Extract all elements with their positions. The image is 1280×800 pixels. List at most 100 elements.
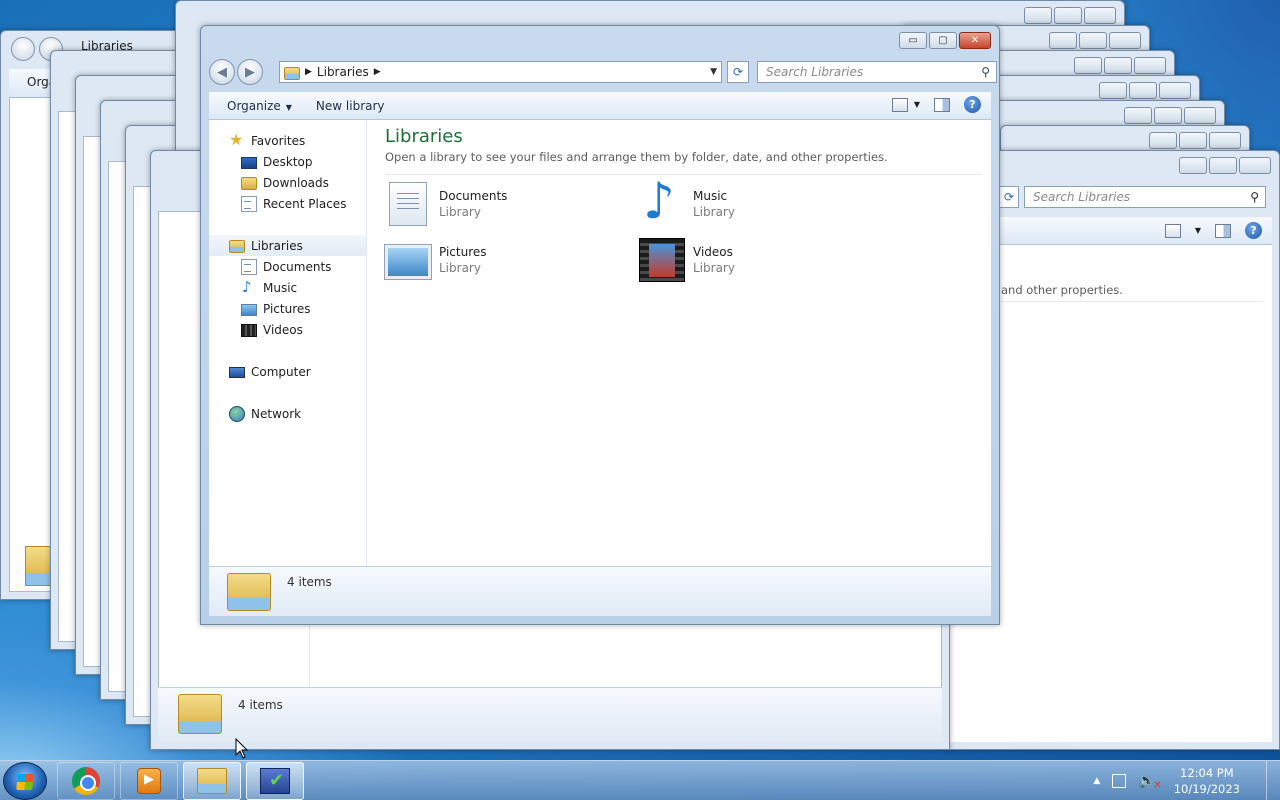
back-button[interactable] <box>11 37 35 61</box>
nav-documents[interactable]: Documents <box>209 256 366 277</box>
nav-libraries[interactable]: Libraries <box>209 235 366 256</box>
search-icon[interactable]: ⚲ <box>1250 190 1259 204</box>
recent-places-icon <box>241 195 257 212</box>
maximize-button[interactable] <box>1054 7 1082 24</box>
close-button[interactable] <box>1084 7 1116 24</box>
start-button[interactable] <box>3 762 47 800</box>
taskbar-explorer[interactable] <box>183 762 241 800</box>
minimize-button[interactable] <box>1099 82 1127 99</box>
breadcrumb-separator-icon[interactable]: ▶ <box>374 67 381 77</box>
maximize-button[interactable] <box>1154 107 1182 124</box>
explorer-window-libraries[interactable]: ▭ ▢ ✕ ◀ ▶ ▶ Libraries ▶ ▼ ⟳ Search Libra… <box>200 25 1000 625</box>
nav-network[interactable]: Network <box>209 403 366 424</box>
search-input[interactable]: Search Libraries ⚲ <box>757 61 997 83</box>
maximize-button[interactable] <box>1079 32 1107 49</box>
maximize-button[interactable] <box>1209 157 1237 174</box>
forward-button[interactable]: ▶ <box>237 59 263 85</box>
nav-downloads[interactable]: Downloads <box>209 172 366 193</box>
network-icon <box>229 405 245 422</box>
taskbar-chrome[interactable] <box>57 762 115 800</box>
minimize-button[interactable] <box>1124 107 1152 124</box>
libraries-folder-icon <box>229 240 245 253</box>
nav-videos[interactable]: Videos <box>209 319 366 340</box>
change-view-icon[interactable] <box>1164 223 1181 238</box>
close-button[interactable] <box>1184 107 1216 124</box>
search-input[interactable]: Search Libraries ⚲ <box>1024 186 1266 208</box>
close-button[interactable] <box>1159 82 1191 99</box>
search-placeholder: Search Libraries <box>766 65 864 79</box>
refresh-icon[interactable]: ⟳ <box>727 61 749 83</box>
help-icon[interactable]: ? <box>964 96 981 113</box>
back-button[interactable]: ◀ <box>209 59 235 85</box>
close-button[interactable] <box>1134 57 1166 74</box>
nav-music[interactable]: Music <box>209 277 366 298</box>
network-status-icon[interactable] <box>1112 774 1127 788</box>
nav-pictures[interactable]: Pictures <box>209 298 366 319</box>
close-button[interactable] <box>1209 132 1241 149</box>
close-button[interactable] <box>1109 32 1141 49</box>
address-bar[interactable]: ▶ Libraries ▶ ▼ <box>279 61 722 83</box>
downloads-folder-icon <box>241 177 257 190</box>
search-icon[interactable]: ⚲ <box>981 65 990 79</box>
minimize-button[interactable] <box>1024 7 1052 24</box>
organize-button[interactable]: Organize ▼ <box>209 99 304 113</box>
organize-label: Organize <box>227 98 281 113</box>
library-item-pictures[interactable]: Pictures Library <box>385 238 639 282</box>
nav-label: Downloads <box>263 175 329 190</box>
documents-library-icon <box>389 182 427 226</box>
nav-label: Desktop <box>263 154 313 169</box>
minimize-button[interactable] <box>1179 157 1207 174</box>
minimize-button[interactable] <box>1074 57 1102 74</box>
close-button[interactable]: ✕ <box>959 32 991 49</box>
breadcrumb-libraries[interactable]: Libraries <box>317 65 369 79</box>
content-pane: Libraries Open a library to see your fil… <box>367 120 991 566</box>
library-type: Library <box>439 261 481 275</box>
library-item-videos[interactable]: Videos Library <box>639 238 893 282</box>
library-item-documents[interactable]: Documents Library <box>385 182 639 226</box>
library-item-music[interactable]: Music Library <box>639 172 893 230</box>
speaker-muted-icon[interactable]: 🔈 ✕ <box>1138 773 1161 791</box>
address-dropdown-icon[interactable]: ▼ <box>710 67 717 77</box>
nav-favorites[interactable]: Favorites <box>209 130 366 151</box>
close-button[interactable] <box>1239 157 1271 174</box>
show-desktop-button[interactable] <box>1266 761 1280 800</box>
maximize-button[interactable] <box>1179 132 1207 149</box>
nav-computer[interactable]: Computer <box>209 361 366 382</box>
library-name: Videos <box>693 245 733 259</box>
nav-recent-places[interactable]: Recent Places <box>209 193 366 214</box>
page-subtitle: Open a library to see your files and arr… <box>385 150 888 164</box>
libraries-folder-icon <box>284 66 300 80</box>
nav-label: Pictures <box>263 301 311 316</box>
clock-time: 12:04 PM <box>1180 766 1234 780</box>
documents-icon <box>241 258 257 275</box>
taskbar-media-player[interactable] <box>120 762 178 800</box>
library-type: Library <box>439 205 481 219</box>
refresh-icon[interactable]: ⟳ <box>999 186 1019 208</box>
library-type: Library <box>693 261 735 275</box>
maximize-button[interactable] <box>1104 57 1132 74</box>
music-library-icon <box>639 172 685 230</box>
show-hidden-icons-icon[interactable]: ▲ <box>1093 776 1100 786</box>
chevron-down-icon[interactable]: ▼ <box>914 100 920 109</box>
breadcrumb-separator-icon[interactable]: ▶ <box>305 67 312 77</box>
maximize-button[interactable]: ▢ <box>929 32 957 49</box>
clock[interactable]: 12:04 PM 10/19/2023 <box>1174 765 1240 797</box>
change-view-icon[interactable] <box>891 97 908 112</box>
nav-label: Libraries <box>251 238 303 253</box>
details-pane: 4 items <box>209 566 991 616</box>
preview-pane-icon[interactable] <box>934 97 950 112</box>
maximize-button[interactable] <box>1129 82 1157 99</box>
item-count: 4 items <box>287 575 332 589</box>
minimize-button[interactable] <box>1049 32 1077 49</box>
chevron-down-icon[interactable]: ▼ <box>1195 226 1201 235</box>
new-library-button[interactable]: New library <box>304 99 397 113</box>
page-title: Libraries <box>385 126 463 147</box>
minimize-button[interactable] <box>1149 132 1177 149</box>
library-name: Pictures <box>439 245 487 259</box>
minimize-button[interactable]: ▭ <box>899 32 927 49</box>
preview-pane-icon[interactable] <box>1215 223 1231 238</box>
nav-desktop[interactable]: Desktop <box>209 151 366 172</box>
help-icon[interactable]: ? <box>1245 222 1262 239</box>
taskbar-action-center[interactable] <box>246 762 304 800</box>
library-grid: Documents Library Music Library Pictures Li… <box>385 172 905 282</box>
